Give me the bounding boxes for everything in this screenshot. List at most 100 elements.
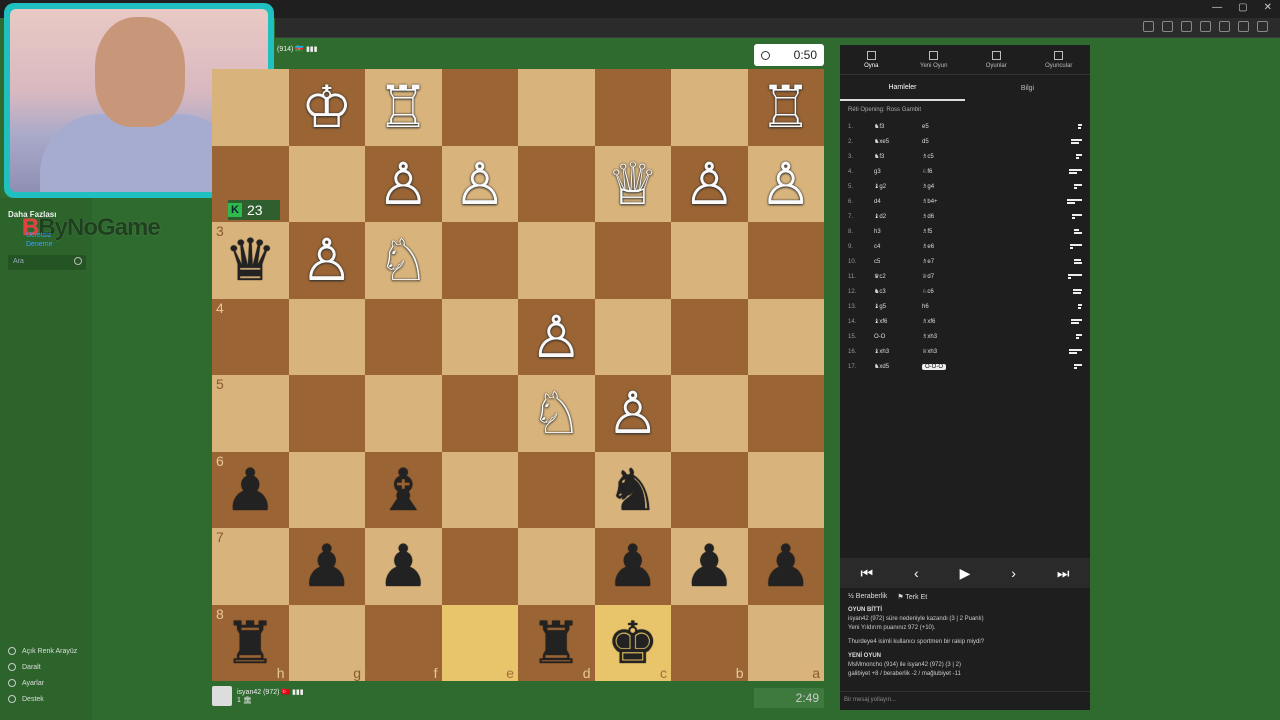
sidebar-item-light-theme[interactable]: Açık Renk Arayüz (8, 643, 77, 659)
board-square[interactable]: a (747, 604, 824, 681)
close-button[interactable]: ✕ (1264, 2, 1272, 13)
board-square[interactable]: ♝ (365, 451, 442, 528)
board-square[interactable]: ♟ (288, 528, 365, 605)
board-square[interactable] (365, 375, 442, 452)
board-square[interactable] (671, 451, 748, 528)
board-square[interactable] (518, 69, 595, 146)
white-move[interactable]: ♞xe5 (874, 138, 922, 145)
board-square[interactable] (441, 298, 518, 375)
board-square[interactable]: ♟ (747, 528, 824, 605)
tab-info[interactable]: Bilgi (965, 75, 1090, 101)
chess-piece[interactable]: ♙ (760, 155, 812, 213)
board-square[interactable]: ♙ (441, 145, 518, 222)
board-square[interactable]: ♖ (365, 69, 442, 146)
board-square[interactable]: c ♚ (594, 604, 671, 681)
board-square[interactable] (594, 298, 671, 375)
board-square[interactable] (594, 222, 671, 299)
white-move[interactable]: g3 (874, 169, 922, 175)
board-square[interactable] (747, 222, 824, 299)
player-name[interactable]: isyan42 (237, 689, 261, 696)
chess-piece[interactable]: ♝ (377, 461, 429, 519)
board-square[interactable]: b (671, 604, 748, 681)
star-icon[interactable] (1181, 21, 1192, 32)
board-square[interactable]: f (365, 604, 442, 681)
board-square[interactable] (671, 222, 748, 299)
board-square[interactable]: ♟ (594, 528, 671, 605)
board-square[interactable]: ♟ (365, 528, 442, 605)
tab-moves[interactable]: Hamleler (840, 75, 965, 101)
board-square[interactable]: 8 h ♜ (212, 604, 289, 681)
black-move[interactable]: ♘c6 (922, 288, 972, 295)
draw-button[interactable]: ½ Beraberlik (848, 593, 887, 601)
chess-piece[interactable]: ♘ (530, 384, 582, 442)
board-square[interactable]: 3 ♛ (212, 222, 289, 299)
board-square[interactable] (288, 145, 365, 222)
board-square[interactable]: 7 (212, 528, 289, 605)
chess-piece[interactable]: ♙ (377, 155, 429, 213)
board-square[interactable]: ♖ (747, 69, 824, 146)
board-square[interactable]: ♙ (594, 375, 671, 452)
chess-piece[interactable]: ♖ (760, 78, 812, 136)
chess-piece[interactable]: ♙ (683, 155, 735, 213)
white-move[interactable]: d4 (874, 199, 922, 205)
black-move[interactable]: O-O-O (922, 363, 972, 370)
sidebar-item-support[interactable]: Destek (8, 691, 77, 707)
white-move[interactable]: h3 (874, 229, 922, 235)
white-move[interactable]: ♞f3 (874, 123, 922, 130)
board-square[interactable] (747, 375, 824, 452)
prev-move-button[interactable]: ‹ (914, 565, 919, 581)
board-square[interactable]: ♙ (747, 145, 824, 222)
black-move[interactable]: ♕d7 (922, 273, 972, 280)
chess-piece[interactable]: ♛ (224, 231, 276, 289)
chess-piece[interactable]: ♕ (607, 155, 659, 213)
first-move-button[interactable]: ⏮ (860, 565, 873, 582)
chess-piece[interactable]: ♙ (454, 155, 506, 213)
white-move[interactable]: ♝xh3 (874, 348, 922, 355)
board-square[interactable] (671, 375, 748, 452)
board-square[interactable]: ♙ (518, 298, 595, 375)
black-move[interactable]: ♗g4 (922, 183, 972, 190)
resign-button[interactable]: ⚑ Terk Et (897, 593, 927, 601)
chess-piece[interactable]: ♟ (301, 537, 353, 595)
board-square[interactable]: ♞ (594, 451, 671, 528)
board-square[interactable] (365, 298, 442, 375)
white-move[interactable]: ♞xd5 (874, 363, 922, 370)
black-move[interactable]: ♗e7 (922, 258, 972, 265)
tab-new-game[interactable]: Yeni Oyun (903, 45, 966, 74)
black-move[interactable]: e5 (922, 124, 972, 130)
board-square[interactable]: 5 (212, 375, 289, 452)
board-square[interactable]: ♙ (365, 145, 442, 222)
board-square[interactable] (441, 451, 518, 528)
white-move[interactable]: ♝d2 (874, 213, 922, 220)
chess-piece[interactable]: ♙ (530, 308, 582, 366)
board-square[interactable] (518, 145, 595, 222)
chess-piece[interactable]: ♟ (607, 537, 659, 595)
board-square[interactable] (747, 451, 824, 528)
translate-icon[interactable] (1162, 21, 1173, 32)
board-square[interactable]: ♙ (288, 222, 365, 299)
settings-icon[interactable] (1219, 21, 1230, 32)
black-move[interactable]: ♗d6 (922, 213, 972, 220)
board-square[interactable] (441, 528, 518, 605)
white-move[interactable]: ♛c2 (874, 273, 922, 280)
board-square[interactable]: ♘ (365, 222, 442, 299)
extension-icon[interactable] (1143, 21, 1154, 32)
white-move[interactable]: O-O (874, 334, 922, 340)
board-square[interactable]: ♔ (288, 69, 365, 146)
last-move-button[interactable]: ⏭ (1057, 565, 1070, 582)
board-square[interactable] (212, 69, 289, 146)
chess-piece[interactable]: ♟ (683, 537, 735, 595)
board-square[interactable] (288, 375, 365, 452)
download-icon[interactable] (1238, 21, 1249, 32)
refresh-icon[interactable] (1200, 21, 1211, 32)
maximize-button[interactable]: ▢ (1238, 2, 1247, 13)
black-move[interactable]: ♗b4+ (922, 198, 972, 205)
black-move[interactable]: d5 (922, 139, 972, 145)
black-move[interactable]: ♗xh3 (922, 333, 972, 340)
white-move[interactable]: ♞f3 (874, 153, 922, 160)
chess-piece[interactable]: ♔ (301, 78, 353, 136)
board-square[interactable]: ♕ (594, 145, 671, 222)
board-square[interactable] (747, 298, 824, 375)
board-square[interactable] (518, 222, 595, 299)
search-icon[interactable] (74, 257, 82, 265)
